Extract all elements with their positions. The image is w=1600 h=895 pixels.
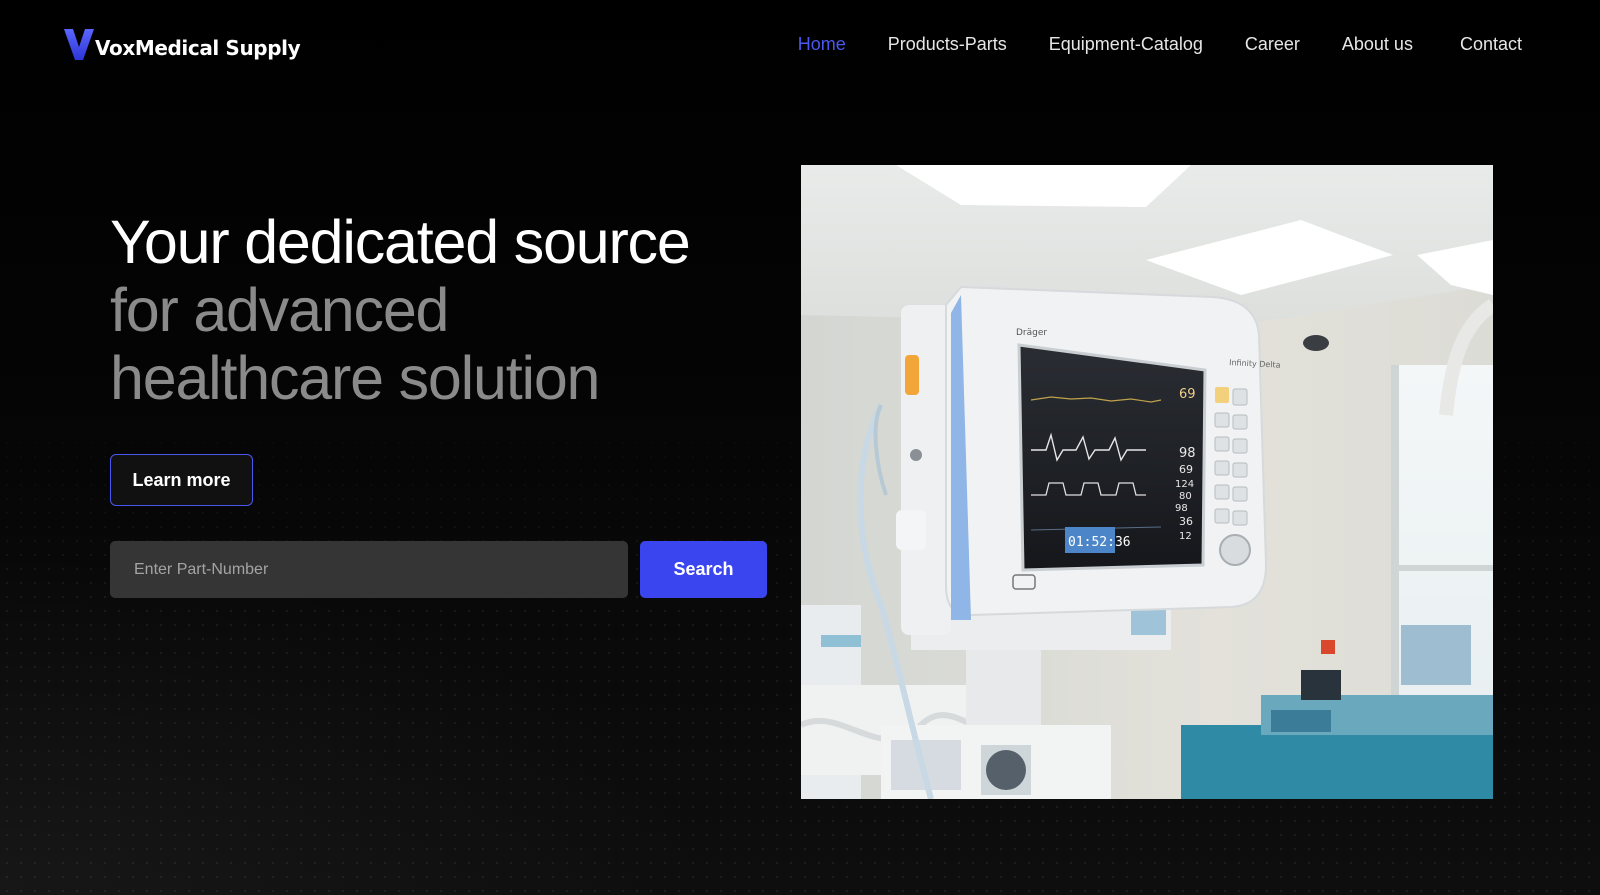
nav-item-equipment-catalog[interactable]: Equipment-Catalog: [1049, 34, 1203, 55]
readout-8: 12: [1179, 531, 1192, 542]
hero-image-patient-monitor: Dräger Infinity Delta 01:52:36 69 98 69 …: [801, 165, 1493, 799]
headline-line-1: Your dedicated source: [110, 208, 691, 276]
nav-item-contact[interactable]: Contact: [1460, 34, 1522, 55]
v-logo-icon: [64, 29, 94, 60]
readout-6: 98: [1175, 503, 1188, 514]
readout-1: 69: [1179, 387, 1196, 402]
monitor-brand-text: Dräger: [1016, 328, 1047, 338]
nav-item-career[interactable]: Career: [1245, 34, 1300, 55]
readout-7: 36: [1179, 515, 1193, 528]
monitor-timer-readout: 01:52:36: [1068, 535, 1131, 550]
brand-name: VoxMedical Supply: [95, 35, 301, 60]
readout-3: 69: [1179, 463, 1193, 476]
headline-line-3: healthcare solution: [110, 344, 600, 412]
nav-item-about-us[interactable]: About us: [1342, 34, 1413, 55]
nav-item-home[interactable]: Home: [798, 34, 846, 55]
headline-line-2: for advanced: [110, 276, 449, 344]
patient-monitor-illustration: Dräger Infinity Delta 01:52:36 69 98 69 …: [801, 165, 1493, 799]
readout-5: 80: [1179, 491, 1192, 502]
search-button[interactable]: Search: [640, 541, 767, 598]
readout-4: 124: [1175, 479, 1194, 490]
readout-2: 98: [1179, 446, 1196, 461]
hero-headline: Your dedicated source for advanced healt…: [110, 208, 790, 412]
nav-item-products-parts[interactable]: Products-Parts: [888, 34, 1007, 55]
learn-more-button[interactable]: Learn more: [110, 454, 253, 506]
main-nav: Home Products-Parts Equipment-Catalog Ca…: [798, 34, 1522, 55]
brand-logo[interactable]: VoxMedical Supply: [64, 29, 301, 60]
part-number-search-input[interactable]: [110, 541, 628, 598]
